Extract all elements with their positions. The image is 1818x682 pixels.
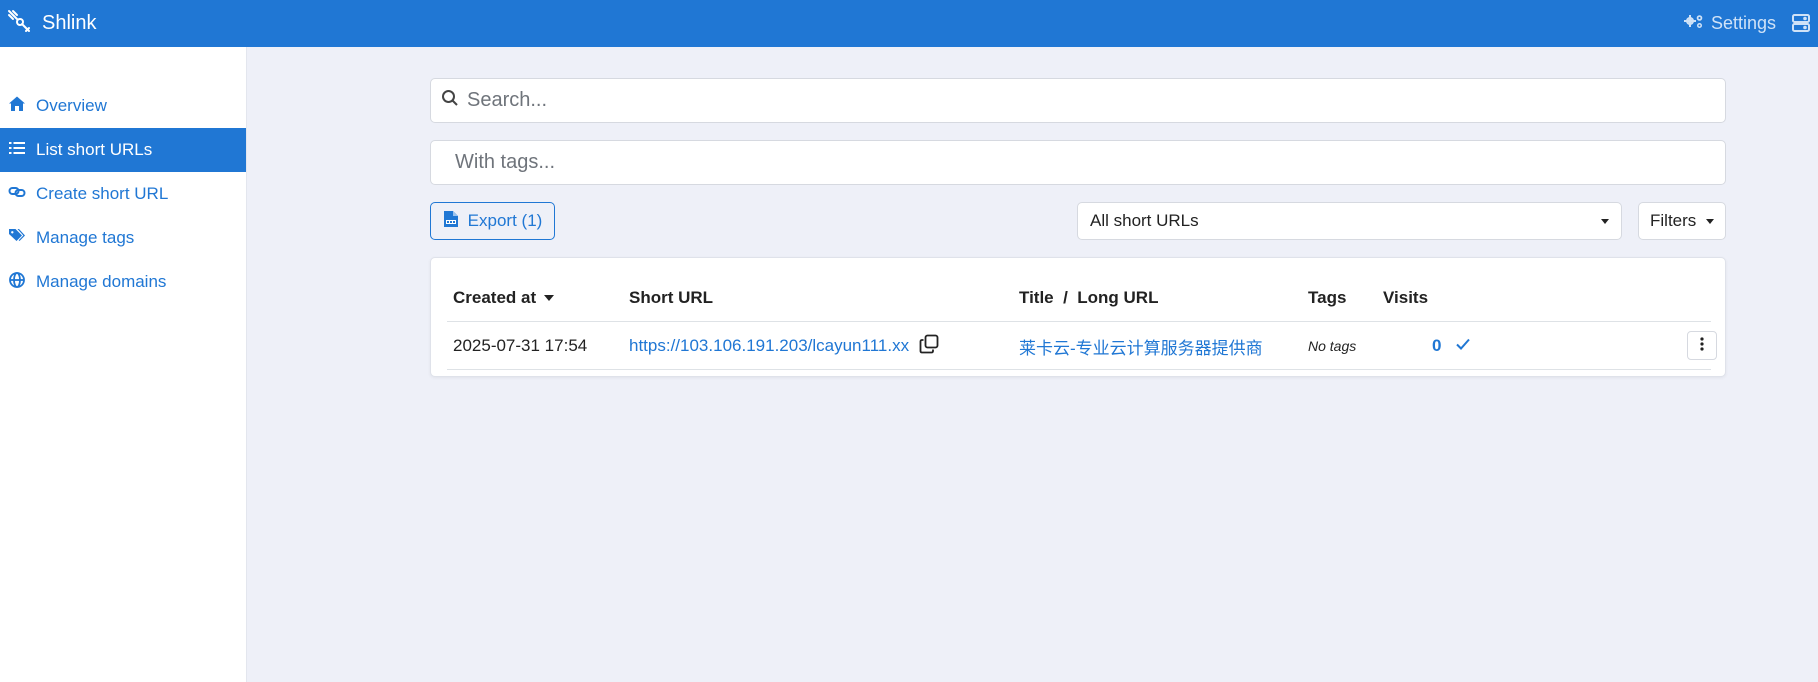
sidebar-item-manage-domains[interactable]: Manage domains (0, 260, 246, 304)
export-button[interactable]: Export (1) (430, 202, 555, 240)
top-navbar: Shlink Settings (0, 0, 1818, 47)
list-icon (8, 139, 36, 162)
short-urls-filter-select[interactable]: All short URLs (1077, 202, 1622, 240)
settings-link[interactable]: Settings (1683, 0, 1776, 47)
brand-name: Shlink (42, 12, 97, 34)
tags-icon (8, 227, 36, 250)
server-menu-toggle[interactable] (1790, 12, 1812, 34)
long-url-title-link[interactable]: 莱卡云-专业云计算服务器提供商 (1019, 334, 1263, 359)
table-header: Created at Short URL Title / Long URL Ta… (447, 274, 1711, 322)
sidebar-item-label: Manage tags (36, 228, 135, 247)
header-tags[interactable]: Tags (1308, 274, 1346, 322)
search-input[interactable]: Search... (430, 78, 1726, 123)
short-urls-table-card: Created at Short URL Title / Long URL Ta… (430, 257, 1726, 377)
filters-label: Filters (1650, 211, 1697, 230)
tags-placeholder: With tags... (455, 151, 556, 173)
select-value: All short URLs (1090, 211, 1199, 230)
sort-desc-icon (544, 295, 555, 301)
visits-count-link[interactable]: 0 (1432, 336, 1441, 356)
sidebar-item-label: Create short URL (36, 184, 169, 203)
chevron-down-icon (1706, 219, 1714, 224)
title-cell: 莱卡云-专业云计算服务器提供商 (1019, 322, 1263, 370)
check-icon (1441, 336, 1471, 356)
main-content: Search... With tags... Export (1) All sh… (248, 47, 1818, 682)
sidebar-item-label: List short URLs (36, 140, 153, 159)
header-created-at[interactable]: Created at (453, 274, 555, 322)
header-label: Visits (1383, 288, 1429, 307)
gears-icon (1683, 12, 1711, 35)
copy-icon[interactable] (909, 334, 939, 359)
filters-dropdown-button[interactable]: Filters (1638, 202, 1726, 240)
sidebar-item-list-short-urls[interactable]: List short URLs (0, 128, 246, 172)
short-url-cell: https://103.106.191.203/lcayun111.xx (629, 322, 939, 370)
search-icon (431, 89, 467, 113)
header-short-url[interactable]: Short URL (629, 274, 713, 322)
brand-link[interactable]: Shlink (6, 8, 96, 39)
header-visits[interactable]: Visits (1383, 274, 1428, 322)
more-vertical-icon (1700, 336, 1704, 356)
sidebar-item-overview[interactable]: Overview (0, 84, 246, 128)
header-label: Tags (1308, 288, 1347, 307)
sidebar-item-create-short-url[interactable]: Create short URL (0, 172, 246, 216)
sidebar-item-manage-tags[interactable]: Manage tags (0, 216, 246, 260)
tags-cell: No tags (1308, 322, 1356, 370)
globe-icon (8, 271, 36, 294)
sidebar-nav: Overview List short URLs Create short UR… (0, 84, 246, 304)
row-actions-button[interactable] (1687, 331, 1717, 360)
visits-cell: 0 (1432, 322, 1471, 370)
sidebar-item-label: Manage domains (36, 272, 167, 291)
tags-input[interactable]: With tags... (430, 140, 1726, 185)
sidebar-item-label: Overview (36, 96, 107, 115)
export-label: Export (1) (467, 211, 543, 230)
link-icon (8, 183, 36, 206)
header-title-long-url[interactable]: Title / Long URL (1019, 274, 1158, 322)
search-placeholder: Search... (467, 89, 548, 111)
sidebar: Overview List short URLs Create short UR… (0, 47, 247, 682)
header-label: Title / Long URL (1019, 288, 1159, 307)
created-at-cell: 2025-07-31 17:54 (453, 322, 587, 370)
table-row: 2025-07-31 17:54 https://103.106.191.203… (447, 322, 1717, 370)
header-label: Short URL (629, 288, 714, 307)
home-icon (8, 95, 36, 118)
chevron-down-icon (1601, 219, 1609, 224)
created-at-value: 2025-07-31 17:54 (453, 336, 588, 355)
header-label: Created at (453, 288, 537, 307)
shlink-logo-icon (6, 8, 32, 39)
short-url-link[interactable]: https://103.106.191.203/lcayun111.xx (629, 336, 909, 356)
no-tags-label: No tags (1308, 338, 1357, 354)
settings-label: Settings (1710, 13, 1776, 33)
csv-file-icon (443, 210, 468, 233)
